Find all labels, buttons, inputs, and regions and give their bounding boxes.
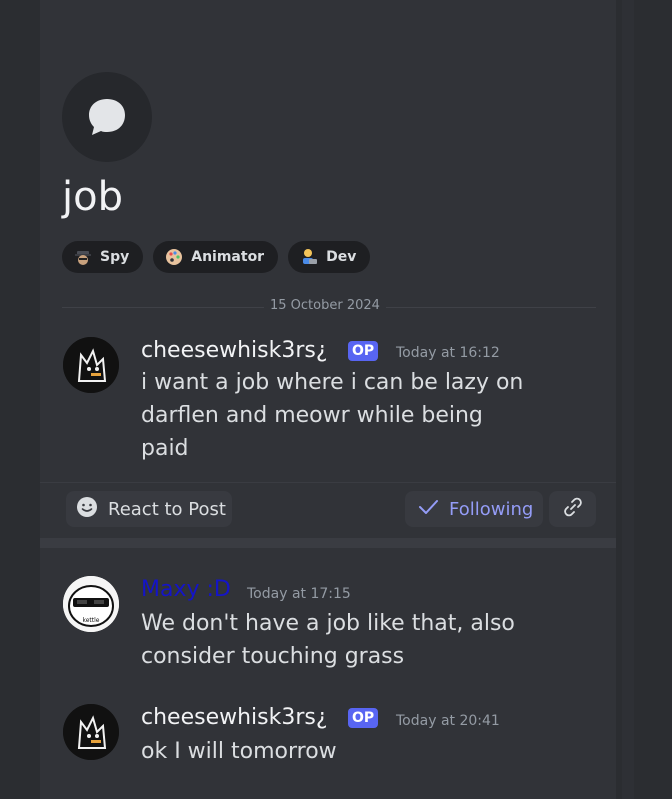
following-button[interactable]: Following [405, 491, 543, 527]
svg-text:kettle: kettle [82, 617, 99, 624]
checkmark-icon [417, 496, 439, 523]
message-content: We don't have a job like that, also cons… [141, 607, 515, 673]
tag-label: Animator [191, 249, 265, 265]
cat-avatar-icon [63, 337, 119, 393]
message-timestamp: Today at 17:15 [247, 586, 351, 602]
spy-icon [74, 248, 92, 266]
avatar[interactable] [63, 337, 119, 393]
right-gutter [634, 0, 672, 799]
section-gap [40, 538, 616, 548]
op-badge: OP [348, 708, 379, 728]
message-timestamp: Today at 20:41 [396, 713, 500, 729]
kettle-avatar-icon: kettle [63, 576, 119, 632]
message-line: i want a job where i can be lazy on [141, 370, 524, 395]
scrollbar[interactable] [622, 0, 634, 799]
following-label: Following [449, 498, 534, 520]
link-icon [562, 496, 584, 523]
message-line: We don't have a job like that, also [141, 611, 515, 636]
smiley-icon [76, 496, 98, 523]
message-line: darflen and meowr while being [141, 403, 483, 428]
tag-label: Spy [100, 249, 130, 265]
tag-dev[interactable]: Dev [288, 241, 371, 273]
copy-link-button[interactable] [549, 491, 596, 527]
forum-post-icon [62, 72, 152, 162]
message-author[interactable]: cheesewhisk3rs¿ [141, 705, 328, 730]
tag-animator[interactable]: Animator [153, 241, 279, 273]
left-gutter [0, 0, 40, 799]
message-author[interactable]: Maxy :D [141, 577, 231, 602]
message-author[interactable]: cheesewhisk3rs¿ [141, 338, 328, 363]
message-line: paid [141, 436, 189, 461]
op-badge: OP [348, 341, 379, 361]
message-content: ok I will tomorrow [141, 735, 337, 768]
cat-avatar-icon [63, 704, 119, 760]
tag-list: Spy Animator Dev [62, 241, 371, 273]
palette-icon [165, 248, 183, 266]
avatar[interactable] [63, 704, 119, 760]
tag-label: Dev [326, 249, 357, 265]
chat-bubble-icon [89, 99, 125, 135]
date-divider: 15 October 2024 [264, 298, 386, 313]
actions-separator [40, 482, 616, 483]
message-timestamp: Today at 16:12 [396, 345, 500, 361]
message-content: i want a job where i can be lazy on darf… [141, 366, 523, 465]
react-to-post-button[interactable]: React to Post [66, 491, 232, 527]
avatar[interactable]: kettle [63, 576, 119, 632]
message-line: consider touching grass [141, 644, 405, 669]
tag-spy[interactable]: Spy [62, 241, 144, 273]
developer-icon [300, 248, 318, 266]
message-line: ok I will tomorrow [141, 739, 337, 764]
post-title: job [62, 174, 123, 220]
react-label: React to Post [108, 498, 226, 520]
